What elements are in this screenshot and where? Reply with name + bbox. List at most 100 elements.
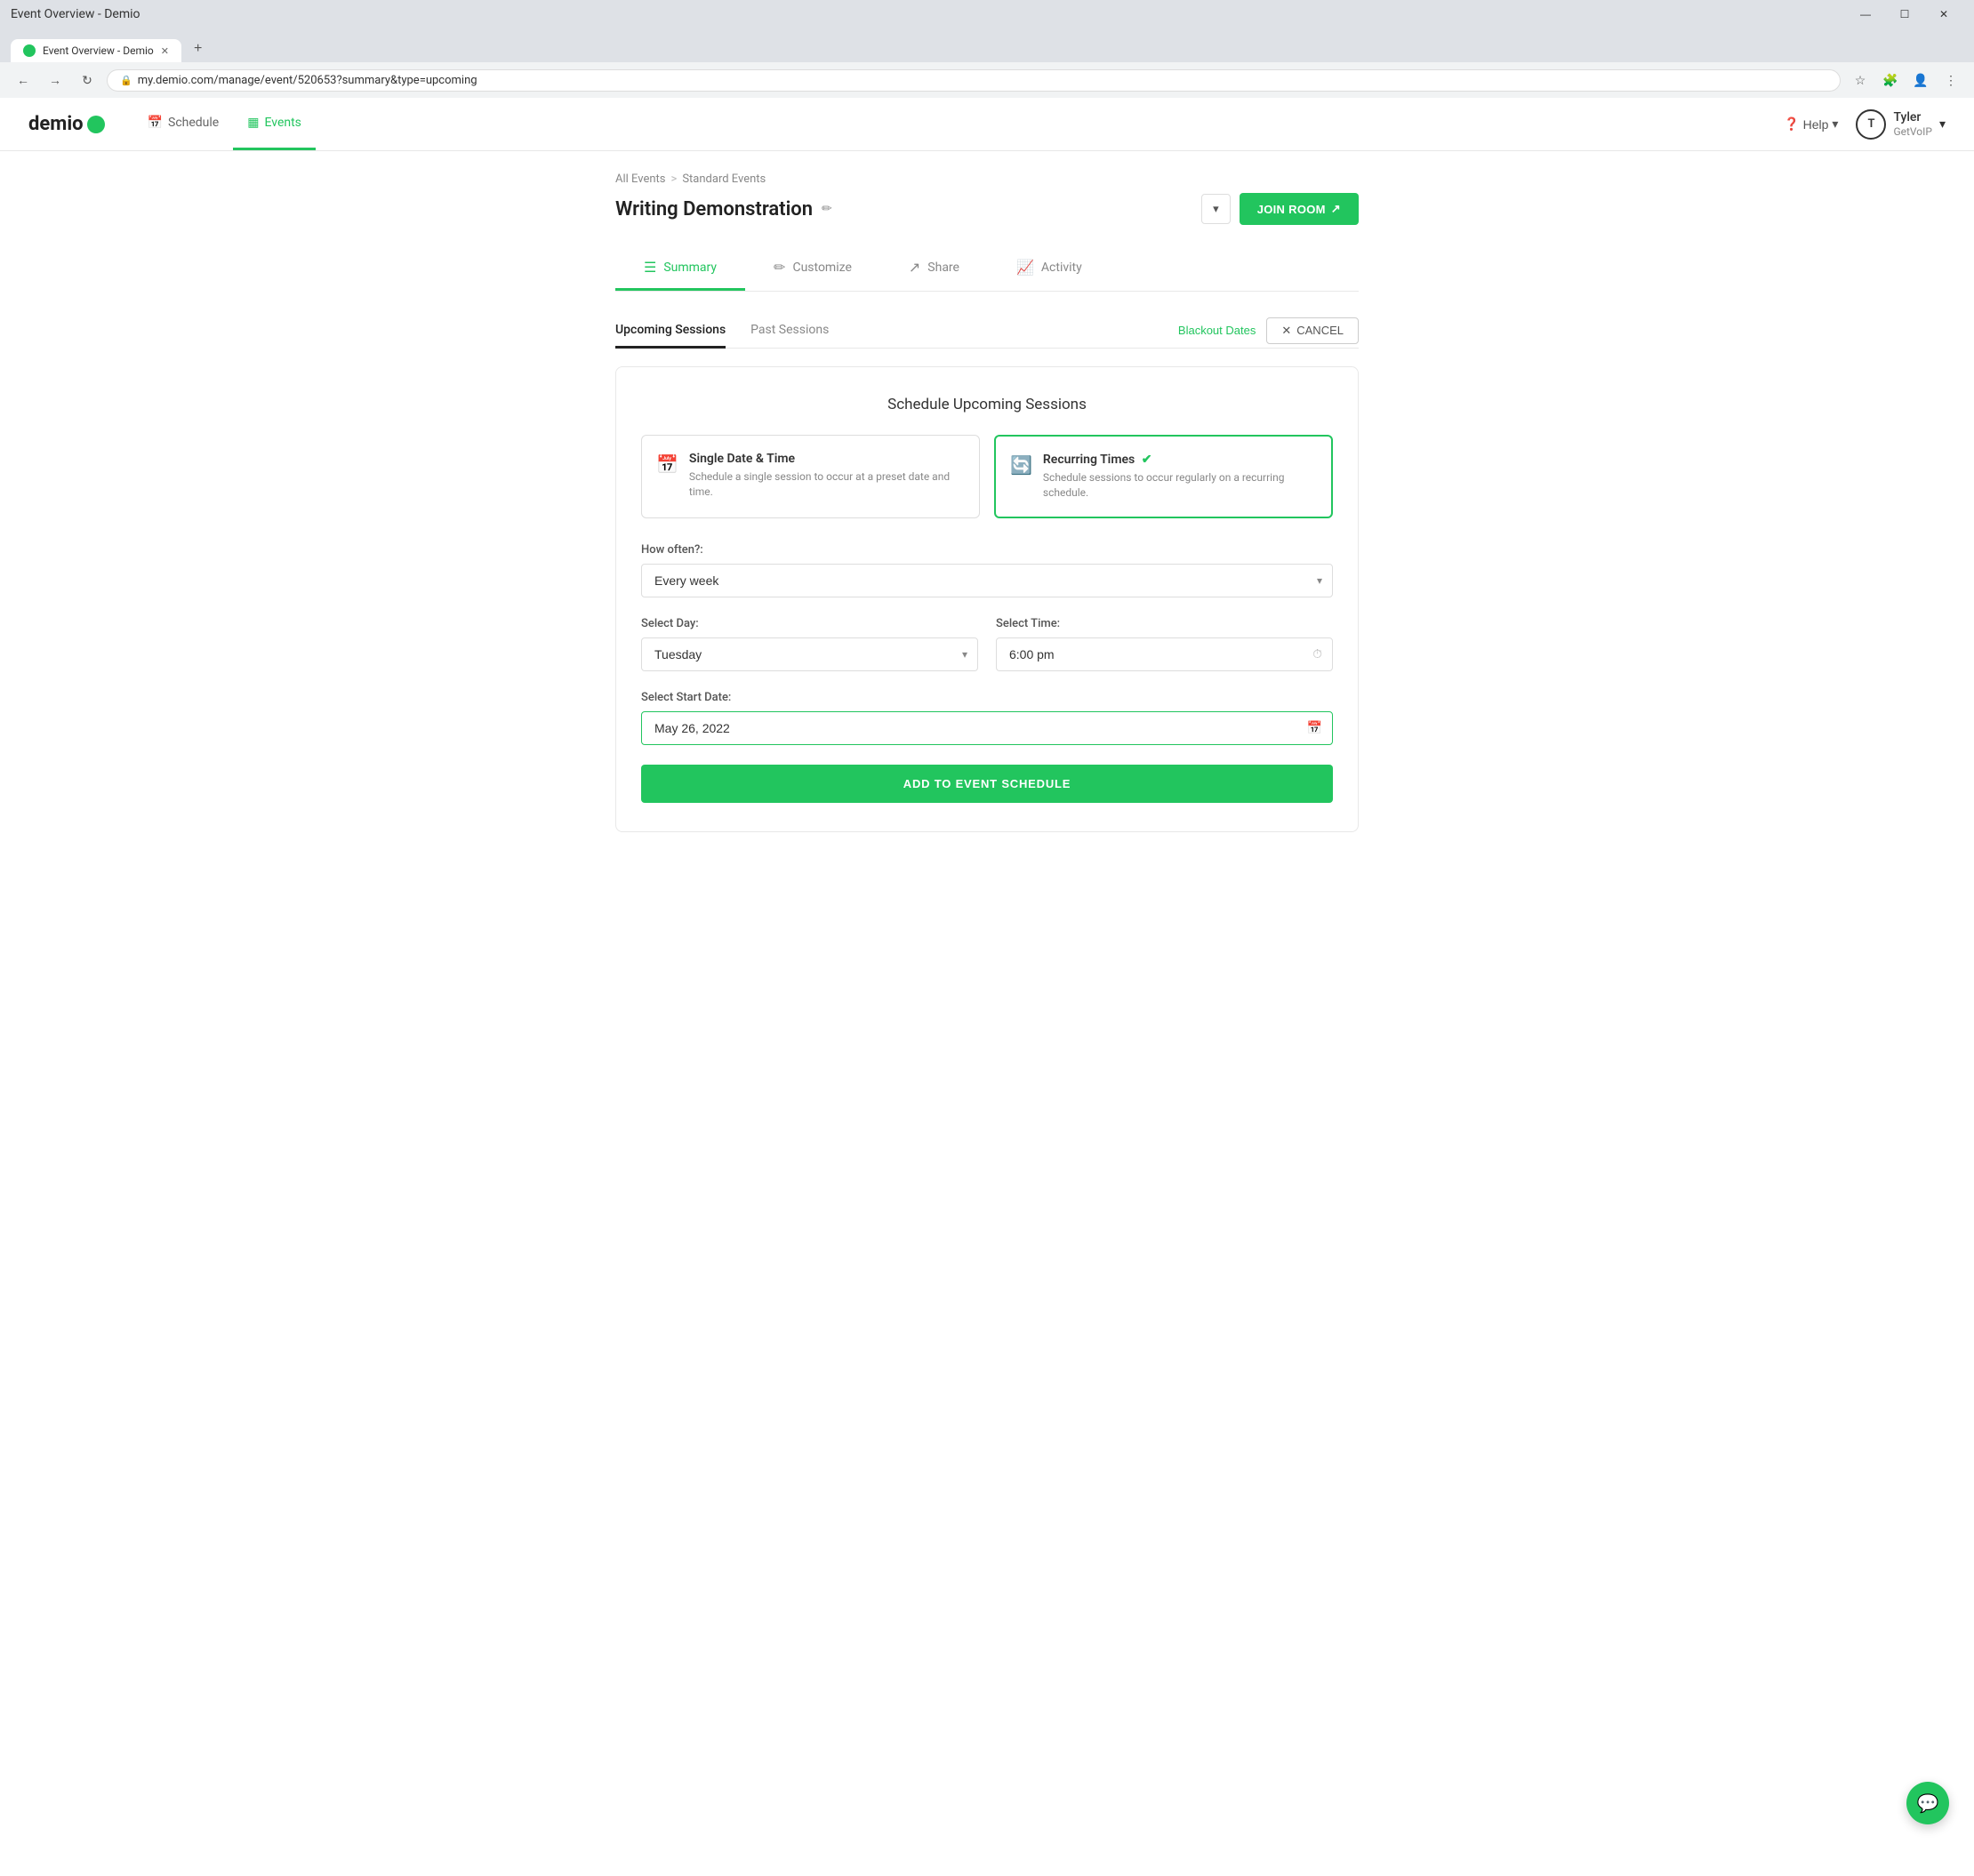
user-name-block: Tyler GetVoIP: [1893, 110, 1932, 138]
select-time-group: Select Time: ⏱: [996, 617, 1333, 671]
start-date-wrapper: 📅: [641, 711, 1333, 745]
avatar: T: [1856, 109, 1886, 140]
browser-toolbar: ← → ↻ 🔒 my.demio.com/manage/event/520653…: [0, 62, 1974, 98]
cancel-button[interactable]: ✕ CANCEL: [1266, 317, 1359, 344]
nav-schedule[interactable]: 📅 Schedule: [133, 98, 234, 150]
select-day-group: Select Day: Sunday Monday Tuesday Wednes…: [641, 617, 978, 671]
browser-tab-active[interactable]: Event Overview - Demio ✕: [11, 39, 181, 62]
help-chevron-icon: ▾: [1832, 116, 1838, 132]
join-room-button[interactable]: JOIN ROOM ↗: [1240, 193, 1359, 225]
nav-events[interactable]: ▦ Events: [233, 98, 316, 150]
extensions-button[interactable]: 🧩: [1878, 68, 1903, 92]
page-title-area: Writing Demonstration ✏: [615, 198, 1201, 220]
how-often-group: How often?: Every week Every day Every m…: [641, 543, 1333, 597]
more-button[interactable]: ⋮: [1938, 68, 1963, 92]
new-tab-button[interactable]: +: [185, 36, 211, 62]
title-bar: Event Overview - Demio — ☐ ✕: [0, 0, 1974, 28]
select-day-wrapper: Sunday Monday Tuesday Wednesday Thursday…: [641, 637, 978, 671]
session-type-single[interactable]: 📅 Single Date & Time Schedule a single s…: [641, 435, 980, 518]
time-icon: ⏱: [1312, 647, 1322, 661]
how-often-select-wrapper: Every week Every day Every month ▾: [641, 564, 1333, 597]
breadcrumb: All Events > Standard Events: [615, 172, 1359, 186]
schedule-card: Schedule Upcoming Sessions 📅 Single Date…: [615, 366, 1359, 832]
single-date-content: Single Date & Time Schedule a single ses…: [689, 452, 965, 500]
single-date-label: Single Date & Time: [689, 452, 965, 466]
tab-favicon: [23, 44, 36, 57]
start-date-group: Select Start Date: 📅: [641, 691, 1333, 745]
schedule-title: Schedule Upcoming Sessions: [641, 396, 1333, 413]
day-time-row: Select Day: Sunday Monday Tuesday Wednes…: [641, 617, 1333, 671]
select-time-wrapper: ⏱: [996, 637, 1333, 671]
schedule-icon: 📅: [148, 116, 163, 130]
address-bar[interactable]: 🔒 my.demio.com/manage/event/520653?summa…: [107, 69, 1841, 92]
how-often-select[interactable]: Every week Every day Every month: [641, 564, 1333, 597]
app: demio 📅 Schedule ▦ Events ❓ Help ▾ T Tyl: [0, 98, 1974, 1876]
back-button[interactable]: ←: [11, 68, 36, 92]
blackout-dates-button[interactable]: Blackout Dates: [1178, 324, 1256, 337]
start-date-label: Select Start Date:: [641, 691, 1333, 704]
page-header: Writing Demonstration ✏ ▾ JOIN ROOM ↗: [615, 193, 1359, 225]
bookmark-button[interactable]: ☆: [1848, 68, 1873, 92]
dropdown-button[interactable]: ▾: [1201, 194, 1231, 224]
recurring-desc: Schedule sessions to occur regularly on …: [1043, 470, 1317, 501]
events-icon: ▦: [247, 116, 259, 130]
window-title: Event Overview - Demio: [11, 7, 140, 21]
tab-share[interactable]: ↗ Share: [880, 246, 988, 291]
recurring-label: Recurring Times ✔: [1043, 453, 1317, 467]
sub-tab-actions: Blackout Dates ✕ CANCEL: [1178, 317, 1359, 344]
select-day-select[interactable]: Sunday Monday Tuesday Wednesday Thursday…: [641, 637, 978, 671]
user-chevron-icon: ▾: [1939, 117, 1946, 132]
breadcrumb-all-events[interactable]: All Events: [615, 172, 666, 186]
external-link-icon: ↗: [1331, 202, 1341, 216]
page-title: Writing Demonstration: [615, 198, 813, 220]
lock-icon: 🔒: [120, 75, 132, 86]
chat-icon: 💬: [1917, 1792, 1939, 1814]
tab-close-button[interactable]: ✕: [161, 45, 169, 57]
user-org: GetVoIP: [1893, 125, 1932, 138]
top-nav: demio 📅 Schedule ▦ Events ❓ Help ▾ T Tyl: [0, 98, 1974, 151]
customize-icon: ✏: [774, 259, 785, 276]
how-often-label: How often?:: [641, 543, 1333, 557]
page-tabs: ☰ Summary ✏ Customize ↗ Share 📈 Activity: [615, 246, 1359, 292]
edit-icon[interactable]: ✏: [822, 202, 832, 216]
add-to-schedule-button[interactable]: ADD TO EVENT SCHEDULE: [641, 765, 1333, 803]
session-type-recurring[interactable]: 🔄 Recurring Times ✔ Schedule sessions to…: [994, 435, 1333, 518]
forward-button[interactable]: →: [43, 68, 68, 92]
activity-icon: 📈: [1016, 259, 1034, 276]
select-time-input[interactable]: [996, 637, 1333, 671]
nav-right: ❓ Help ▾ T Tyler GetVoIP ▾: [1784, 109, 1946, 140]
browser-chrome: Event Overview - Demio ✕ +: [0, 28, 1974, 62]
user-info[interactable]: T Tyler GetVoIP ▾: [1856, 109, 1946, 140]
maximize-button[interactable]: ☐: [1885, 0, 1924, 28]
logo-text: demio: [28, 113, 84, 135]
logo-dot: [87, 116, 105, 133]
chat-bubble-button[interactable]: 💬: [1906, 1782, 1949, 1824]
sub-tab-past[interactable]: Past Sessions: [750, 314, 829, 349]
calendar-icon: 📅: [1307, 721, 1322, 735]
start-date-input[interactable]: [641, 711, 1333, 745]
browser-actions: ☆ 🧩 👤 ⋮: [1848, 68, 1963, 92]
select-day-label: Select Day:: [641, 617, 978, 630]
cancel-x-icon: ✕: [1281, 324, 1291, 338]
browser-tabs: Event Overview - Demio ✕ +: [11, 36, 1963, 62]
recurring-icon: 🔄: [1010, 454, 1032, 476]
tab-summary[interactable]: ☰ Summary: [615, 246, 745, 291]
share-icon: ↗: [909, 259, 920, 276]
check-icon: ✔: [1142, 453, 1152, 467]
select-time-label: Select Time:: [996, 617, 1333, 630]
window-controls: — ☐ ✕: [1846, 0, 1963, 28]
breadcrumb-current: Standard Events: [682, 172, 766, 186]
sub-tab-upcoming[interactable]: Upcoming Sessions: [615, 314, 726, 349]
help-button[interactable]: ❓ Help ▾: [1784, 116, 1838, 132]
profile-button[interactable]: 👤: [1908, 68, 1933, 92]
address-url: my.demio.com/manage/event/520653?summary…: [138, 74, 477, 87]
tab-customize[interactable]: ✏ Customize: [745, 246, 880, 291]
breadcrumb-separator: >: [671, 172, 678, 186]
tab-activity[interactable]: 📈 Activity: [988, 246, 1111, 291]
close-button[interactable]: ✕: [1924, 0, 1963, 28]
minimize-button[interactable]: —: [1846, 0, 1885, 28]
logo: demio: [28, 113, 105, 135]
sub-tabs-row: Upcoming Sessions Past Sessions Blackout…: [615, 313, 1359, 349]
header-actions: ▾ JOIN ROOM ↗: [1201, 193, 1359, 225]
reload-button[interactable]: ↻: [75, 68, 100, 92]
